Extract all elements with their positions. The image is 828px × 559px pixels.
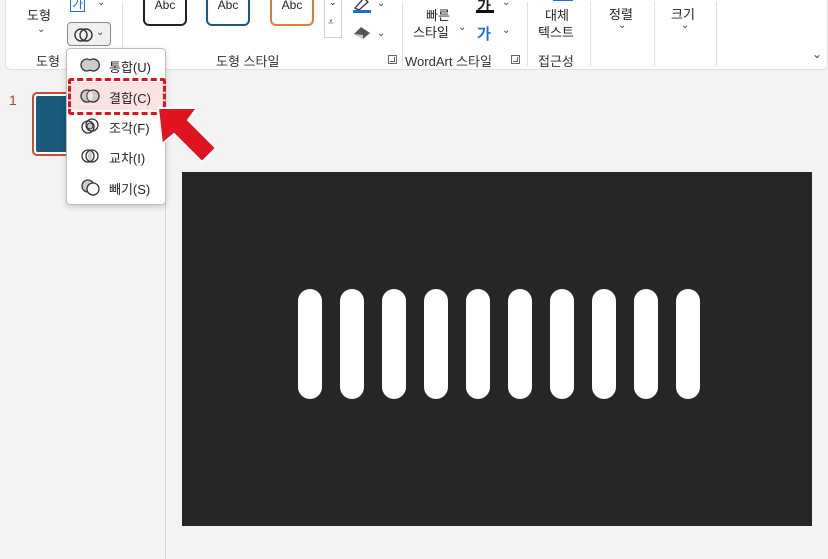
chevron-down-icon[interactable]: ⌄ [377,0,385,9]
chevron-down-icon[interactable]: ⌄ [37,24,45,35]
red-arrow-annotation [156,107,218,164]
union-icon [80,58,100,72]
group-label-shape-style: 도형 스타일 [216,54,280,69]
quick-styles-label[interactable]: 스타일 [413,22,449,41]
menu-item-fragment[interactable]: 조각(F) [68,112,164,140]
slide-bar-shape[interactable] [466,289,490,399]
divider [402,2,403,66]
text-outline-icon[interactable]: 가 [477,23,491,44]
menu-item-label: 통합(U) [109,60,151,75]
dialog-launcher-icon[interactable] [511,55,520,64]
text-box-icon[interactable]: 가 [70,0,86,12]
divider [654,2,655,66]
menu-item-subtract[interactable]: 빼기(S) [68,173,164,201]
shape-style-sample-1[interactable]: Abc [143,0,187,26]
chevron-down-icon[interactable]: ⌄ [681,20,689,31]
chevron-down-icon[interactable]: ⌄ [502,25,510,36]
gallery-more-icon[interactable]: ⩡ [328,17,334,28]
slide-bar-shape[interactable] [592,289,616,399]
slide-bar-shape[interactable] [424,289,448,399]
collapse-ribbon-icon[interactable]: ⌄ [812,47,822,61]
shape-style-sample-2[interactable]: Abc [206,0,250,26]
chevron-down-icon[interactable]: ⌄ [502,0,510,8]
chevron-down-icon[interactable]: ⌄ [97,0,105,8]
divider [716,2,717,66]
chevron-down-icon[interactable]: ⌄ [329,0,337,8]
menu-item-label: 빼기(S) [109,182,151,197]
slide-number: 1 [9,92,17,108]
intersect-icon [81,149,99,163]
group-label-shape: 도형 [36,54,60,69]
divider [590,2,591,66]
menu-item-intersect[interactable]: 교차(I) [68,142,164,170]
slide-bar-shape[interactable] [676,289,700,399]
menu-item-union[interactable]: 통합(U) [68,51,164,79]
divider [527,2,528,66]
alt-text-icon [553,0,573,1]
slide-bar-shape[interactable] [298,289,322,399]
chevron-down-icon[interactable]: ⌄ [618,20,626,31]
shape-effects-icon[interactable] [352,25,374,41]
style-gallery-scroll[interactable]: ⌄ ⩡ [324,0,342,38]
slide-bar-shape[interactable] [508,289,532,399]
shape-fill-icon[interactable] [352,0,374,14]
menu-item-label: 조각(F) [109,121,150,136]
insert-shape-button[interactable]: 도형 [27,5,51,24]
merge-shapes-menu: 통합(U) 결합(C) 조각(F) 교차(I) 빼기(S) [66,48,166,205]
merge-shapes-icon [74,28,93,42]
shape-style-sample-3[interactable]: Abc [270,0,314,26]
alt-text-label[interactable]: 텍스트 [538,22,574,41]
slide-bar-shape[interactable] [550,289,574,399]
slide-bar-shape[interactable] [382,289,406,399]
slide-bar-shape[interactable] [340,289,364,399]
merge-shapes-button[interactable]: ⌄ [67,22,111,46]
fragment-icon [81,118,99,134]
chevron-down-icon[interactable]: ⌄ [377,28,385,39]
text-fill-color-bar [476,10,494,13]
dialog-launcher-icon[interactable] [388,55,397,64]
slide-bar-shape[interactable] [634,289,658,399]
subtract-icon [81,179,100,196]
menu-item-label: 교차(I) [109,151,146,166]
chevron-down-icon[interactable]: ⌄ [458,22,466,33]
chevron-down-icon: ⌄ [96,27,105,38]
slide-canvas[interactable] [182,172,812,526]
text-fill-icon[interactable]: 가 [477,0,491,16]
group-label-wordart: WordArt 스타일 [405,54,492,69]
group-label-accessibility: 접근성 [538,54,574,69]
